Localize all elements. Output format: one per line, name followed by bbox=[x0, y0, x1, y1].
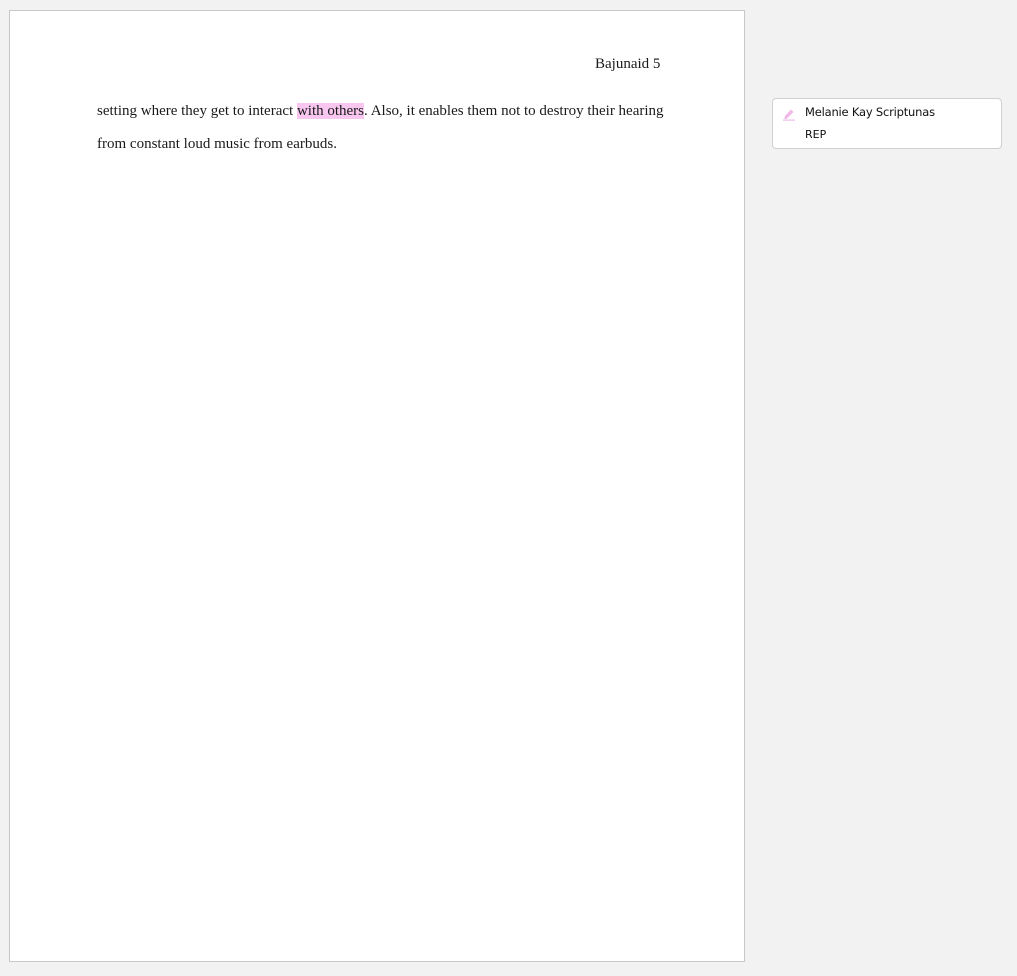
paragraph: setting where they get to interact with … bbox=[97, 95, 697, 161]
highlighter-icon bbox=[782, 107, 796, 121]
text-line-1: setting where they get to interact with … bbox=[97, 95, 697, 128]
highlighted-text[interactable]: with others bbox=[296, 103, 365, 119]
text-line-2: from constant loud music from earbuds. bbox=[97, 136, 337, 152]
document-page: Bajunaid 5 setting where they get to int… bbox=[9, 10, 745, 962]
running-header: Bajunaid 5 bbox=[595, 56, 661, 72]
comment-text: REP bbox=[805, 128, 827, 141]
document-viewer: Bajunaid 5 setting where they get to int… bbox=[0, 0, 1017, 976]
text-segment: . Also, it enables them not to destroy t… bbox=[364, 103, 664, 119]
text-segment: setting where they get to interact bbox=[97, 103, 297, 119]
comment-author: Melanie Kay Scriptunas bbox=[805, 105, 935, 119]
comment-card[interactable]: Melanie Kay Scriptunas REP bbox=[772, 98, 1002, 149]
